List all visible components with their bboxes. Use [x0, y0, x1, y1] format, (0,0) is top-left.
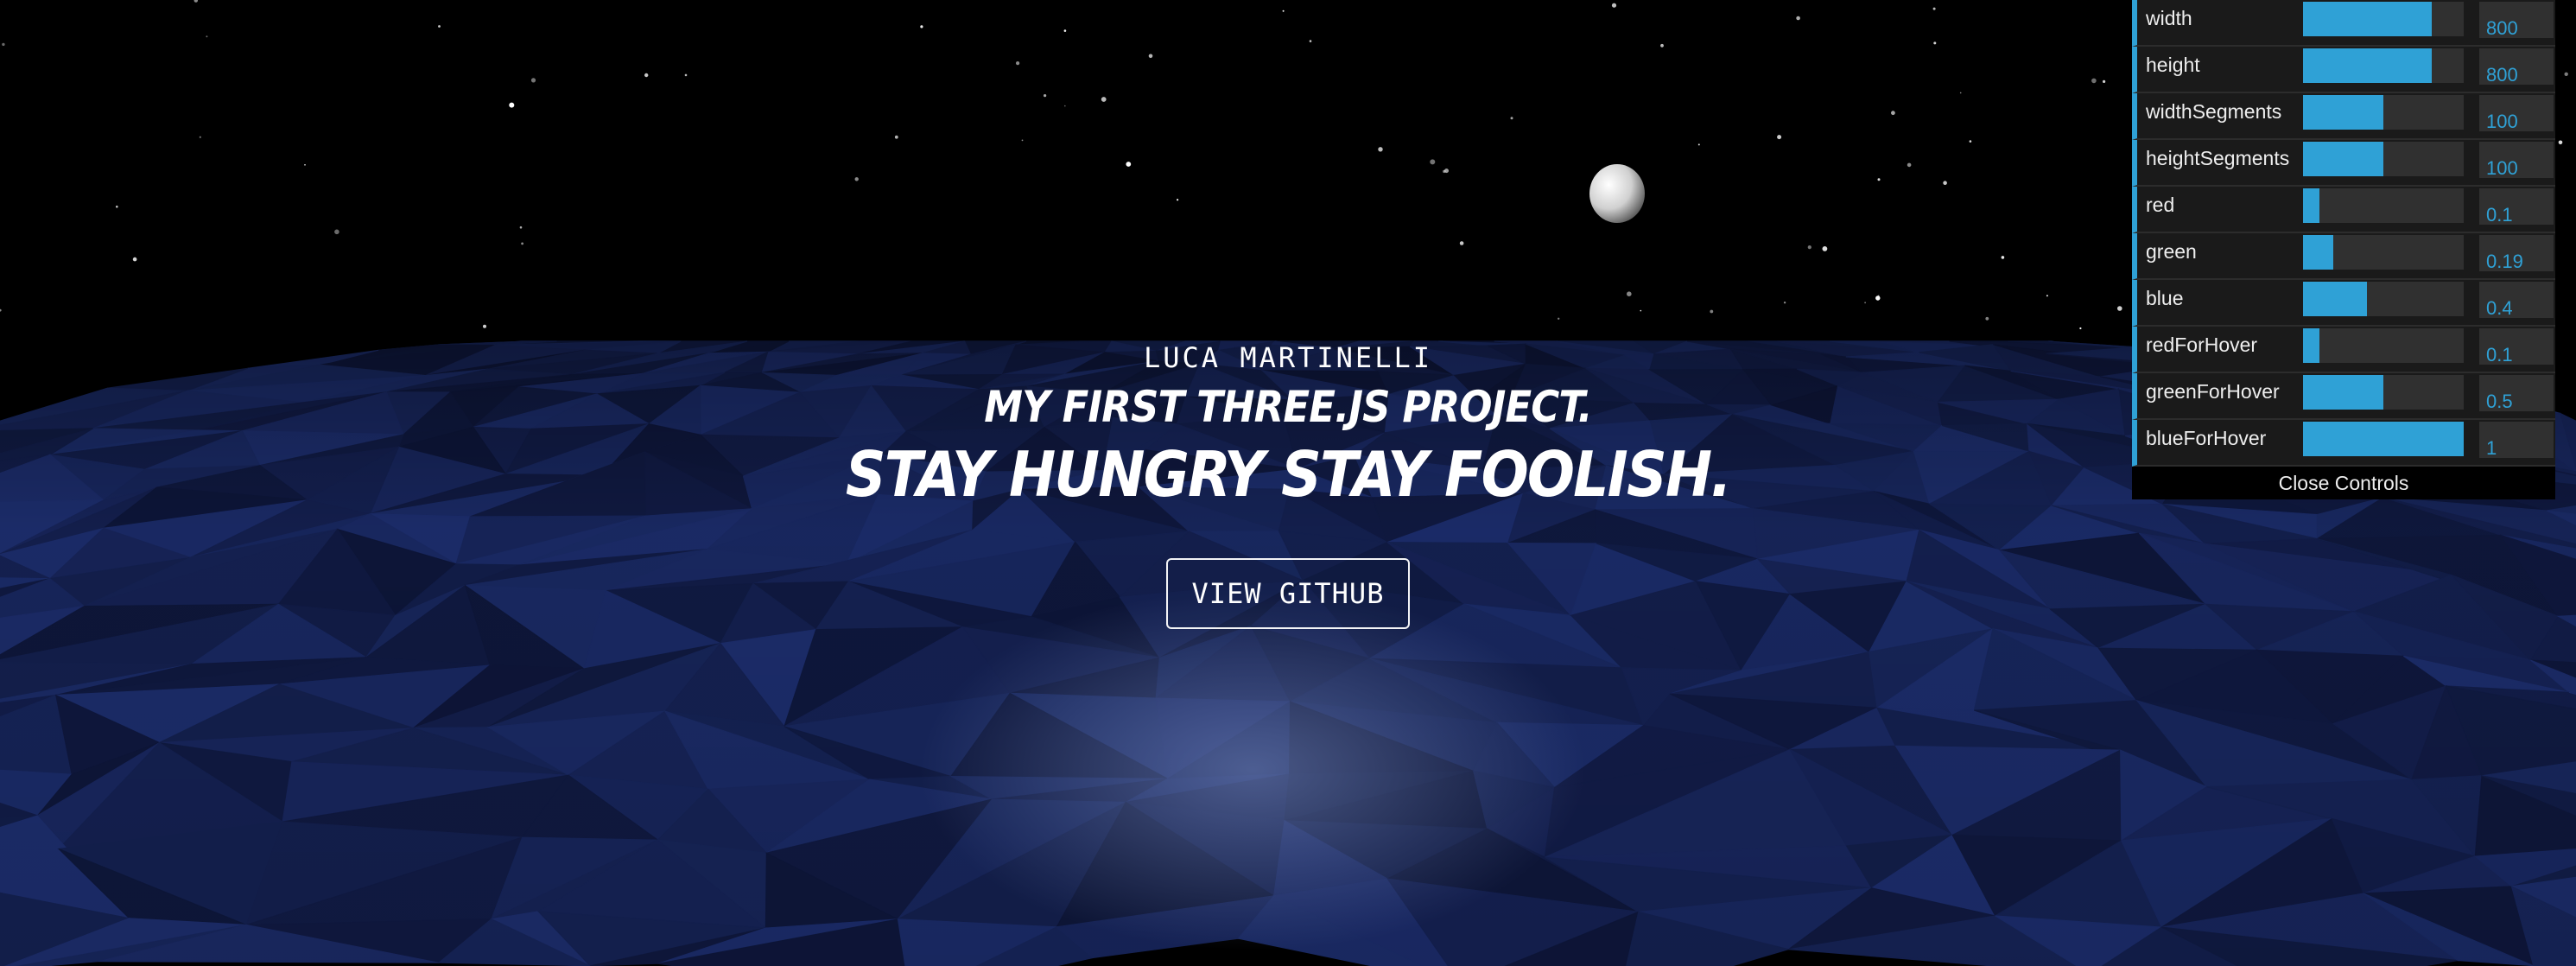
control-number-input-height[interactable]: 800: [2479, 48, 2554, 86]
close-controls-button[interactable]: Close Controls: [2132, 467, 2555, 499]
control-label: blueForHover: [2146, 427, 2267, 449]
control-row-blue: blue 0.4: [2132, 280, 2555, 327]
control-row-widthSegments: widthSegments 100: [2132, 93, 2555, 140]
control-number-input-redForHover[interactable]: 0.1: [2479, 328, 2554, 365]
control-row-width: width 800: [2132, 0, 2555, 47]
control-slider-heightSegments[interactable]: [2303, 142, 2464, 176]
moon-sphere: [1589, 164, 1645, 223]
control-number-input-heightSegments[interactable]: 100: [2479, 142, 2554, 179]
slider-fill: [2303, 422, 2464, 456]
control-row-green: green 0.19: [2132, 233, 2555, 280]
slider-fill: [2303, 142, 2383, 176]
control-slider-green[interactable]: [2303, 235, 2464, 270]
control-number-input-width[interactable]: 800: [2479, 2, 2554, 39]
page: LUCA MARTINELLI MY FIRST THREE.JS PROJEC…: [0, 0, 2576, 966]
control-slider-red[interactable]: [2303, 188, 2464, 223]
control-row-red: red 0.1: [2132, 187, 2555, 233]
control-number-input-widthSegments[interactable]: 100: [2479, 95, 2554, 132]
control-slider-redForHover[interactable]: [2303, 328, 2464, 363]
headline: STAY HUNGRY STAY FOOLISH.: [845, 438, 1732, 511]
control-label: greenForHover: [2146, 380, 2280, 403]
control-number-input-green[interactable]: 0.19: [2479, 235, 2554, 272]
controls-list: width 800 height 800 widthSegments 100 heightS…: [2132, 0, 2555, 467]
control-label: redForHover: [2146, 334, 2258, 356]
control-slider-blue[interactable]: [2303, 282, 2464, 316]
slider-fill: [2303, 282, 2368, 316]
control-label: green: [2146, 240, 2197, 263]
control-label: red: [2146, 194, 2175, 216]
view-github-button[interactable]: VIEW GITHUB: [1166, 558, 1410, 629]
control-number-input-blue[interactable]: 0.4: [2479, 282, 2554, 319]
control-number-input-blueForHover[interactable]: 1: [2479, 422, 2554, 459]
control-label: blue: [2146, 287, 2184, 309]
control-slider-greenForHover[interactable]: [2303, 375, 2464, 410]
control-label: height: [2146, 54, 2200, 76]
slider-fill: [2303, 375, 2383, 410]
control-row-height: height 800: [2132, 47, 2555, 93]
control-label: width: [2146, 7, 2192, 29]
control-label: widthSegments: [2146, 100, 2282, 123]
project-subtitle: MY FIRST THREE.JS PROJECT.: [984, 382, 1592, 432]
slider-fill: [2303, 188, 2319, 223]
control-label: heightSegments: [2146, 147, 2290, 169]
control-row-heightSegments: heightSegments 100: [2132, 140, 2555, 187]
control-number-input-greenForHover[interactable]: 0.5: [2479, 375, 2554, 412]
control-slider-blueForHover[interactable]: [2303, 422, 2464, 456]
control-row-redForHover: redForHover 0.1: [2132, 327, 2555, 373]
control-number-input-red[interactable]: 0.1: [2479, 188, 2554, 226]
slider-fill: [2303, 48, 2432, 83]
control-slider-height[interactable]: [2303, 48, 2464, 83]
slider-fill: [2303, 2, 2432, 36]
control-row-blueForHover: blueForHover 1: [2132, 420, 2555, 467]
controls-panel: width 800 height 800 widthSegments 100 heightS…: [2132, 0, 2555, 499]
slider-fill: [2303, 95, 2383, 130]
slider-fill: [2303, 328, 2319, 363]
control-row-greenForHover: greenForHover 0.5: [2132, 373, 2555, 420]
control-slider-width[interactable]: [2303, 2, 2464, 36]
slider-fill: [2303, 235, 2334, 270]
control-slider-widthSegments[interactable]: [2303, 95, 2464, 130]
